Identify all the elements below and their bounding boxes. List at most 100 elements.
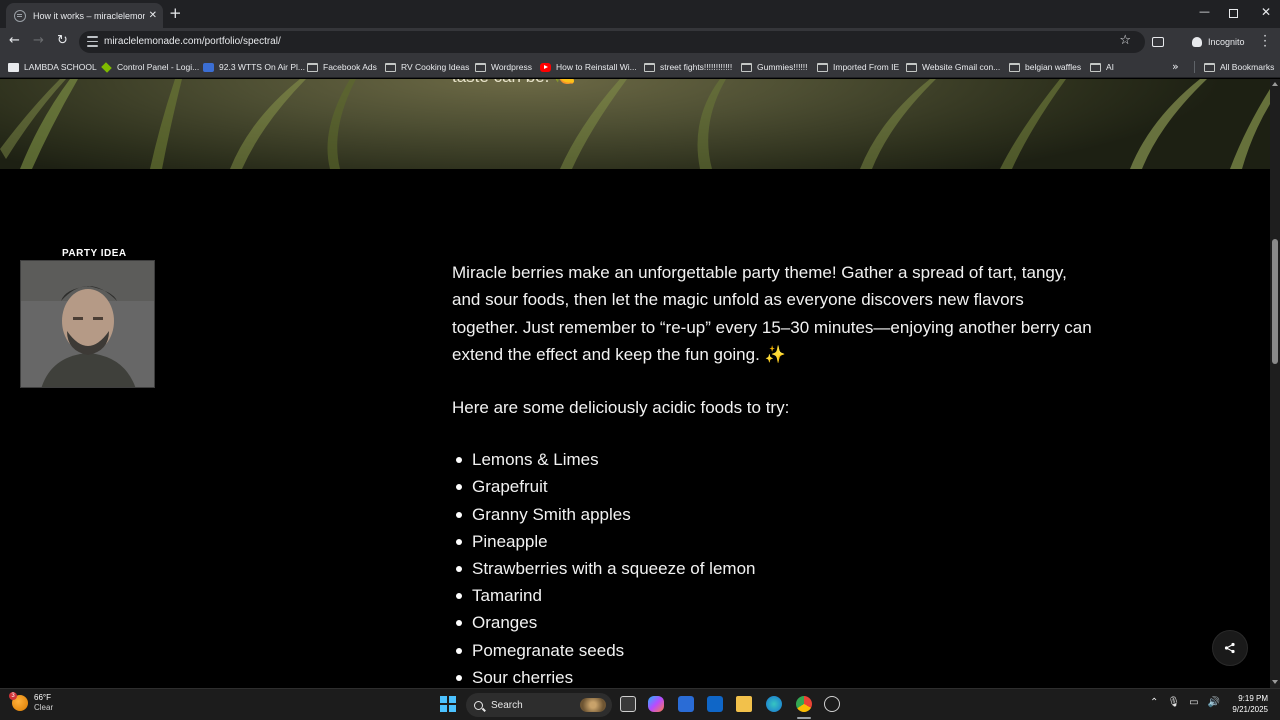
minimize-window-button[interactable]: — bbox=[1199, 6, 1210, 18]
bookmark-label: Website Gmail con... bbox=[922, 62, 1001, 72]
copilot-icon[interactable] bbox=[648, 696, 664, 712]
party-paragraph: Miracle berries make an unforgettable pa… bbox=[452, 263, 1092, 364]
side-panel-icon[interactable] bbox=[1152, 37, 1164, 47]
close-tab-icon[interactable]: ✕ bbox=[149, 10, 157, 21]
weather-moon-icon: 3 bbox=[9, 692, 28, 711]
party-idea-heading: PARTY IDEA bbox=[62, 248, 127, 259]
more-bookmarks-chevron-icon[interactable]: » bbox=[1172, 60, 1179, 73]
bookmark-label: Facebook Ads bbox=[323, 62, 377, 72]
share-button[interactable] bbox=[1212, 630, 1248, 666]
browser-tab-strip: How it works – miraclelemonade ✕ + — ✕ bbox=[0, 0, 1280, 28]
bookmark-item[interactable]: Control Panel - Logi... bbox=[101, 61, 199, 73]
list-item: Sour cherries bbox=[452, 664, 1092, 688]
bookmark-label: How to Reinstall Wi... bbox=[556, 62, 637, 72]
chrome-icon[interactable] bbox=[796, 696, 812, 712]
incognito-indicator[interactable]: Incognito bbox=[1184, 32, 1250, 52]
incognito-icon bbox=[1192, 37, 1202, 47]
network-icon[interactable]: ▭ bbox=[1189, 697, 1198, 709]
bookmark-item[interactable]: LAMBDA SCHOOL bbox=[8, 61, 97, 73]
bookmark-label: All Bookmarks bbox=[1220, 62, 1275, 72]
task-view-icon[interactable] bbox=[620, 696, 636, 712]
folder-icon bbox=[307, 62, 318, 72]
scrollbar-thumb[interactable] bbox=[1272, 239, 1278, 364]
list-item: Tamarind bbox=[452, 582, 1092, 609]
control-panel-icon bbox=[101, 61, 112, 73]
incognito-label: Incognito bbox=[1208, 37, 1245, 47]
bookmark-item[interactable]: 92.3 WTTS On Air Pl... bbox=[203, 61, 305, 73]
system-clock[interactable]: 9:19 PM 9/21/2025 bbox=[1228, 693, 1268, 715]
edge-icon[interactable] bbox=[766, 696, 782, 712]
bookmark-item[interactable]: Facebook Ads bbox=[307, 61, 377, 73]
back-button[interactable]: ← bbox=[9, 34, 20, 48]
folder-icon bbox=[741, 62, 752, 72]
bookmark-label: Gummies!!!!!! bbox=[757, 62, 808, 72]
windows-start-icon[interactable] bbox=[440, 696, 456, 712]
bookmarks-bar: LAMBDA SCHOOL Control Panel - Logi... 92… bbox=[0, 56, 1280, 78]
volume-icon[interactable]: 🔊 bbox=[1208, 697, 1220, 709]
bookmark-item[interactable]: Gummies!!!!!! bbox=[741, 61, 808, 73]
bookmark-label: 92.3 WTTS On Air Pl... bbox=[219, 62, 305, 72]
folder-icon bbox=[1090, 62, 1101, 72]
all-bookmarks-button[interactable]: All Bookmarks bbox=[1204, 61, 1274, 73]
youtube-icon bbox=[540, 62, 551, 72]
search-highlight-image bbox=[580, 698, 606, 712]
forward-button[interactable]: → bbox=[33, 34, 44, 48]
bookmark-label: AI bbox=[1106, 62, 1115, 72]
bookmark-label: LAMBDA SCHOOL bbox=[24, 62, 97, 72]
radio-icon bbox=[203, 62, 214, 72]
list-item: Pomegranate seeds bbox=[452, 637, 1092, 664]
chrome-running-indicator bbox=[797, 717, 811, 719]
page-scrollbar[interactable] bbox=[1270, 79, 1280, 688]
folder-icon bbox=[475, 62, 486, 72]
list-item: Granny Smith apples bbox=[452, 501, 1092, 528]
bookmark-item[interactable]: belgian waffles bbox=[1009, 61, 1081, 73]
folder-icon bbox=[1204, 62, 1215, 72]
bookmark-item[interactable]: Wordpress bbox=[475, 61, 532, 73]
bookmark-item[interactable]: Website Gmail con... bbox=[906, 61, 1000, 73]
chevron-up-icon[interactable]: ⌃ bbox=[1150, 697, 1158, 709]
photos-app-icon[interactable] bbox=[707, 696, 723, 712]
bookmark-star-icon[interactable]: ☆ bbox=[1119, 34, 1131, 48]
browser-menu-button[interactable]: · · · bbox=[1262, 30, 1268, 52]
scroll-up-arrow-icon[interactable] bbox=[1272, 82, 1278, 86]
folder-icon bbox=[1009, 62, 1020, 72]
site-info-icon[interactable] bbox=[87, 36, 98, 47]
foods-intro: Here are some deliciously acidic foods t… bbox=[452, 398, 790, 418]
settings-icon[interactable] bbox=[824, 696, 840, 712]
browser-tab-active[interactable]: How it works – miraclelemonade ✕ bbox=[6, 3, 163, 28]
scroll-down-arrow-icon[interactable] bbox=[1272, 680, 1278, 684]
microsoft-store-icon[interactable] bbox=[678, 696, 694, 712]
hero-image: taste can be. 🍋 bbox=[0, 79, 1270, 169]
file-explorer-icon[interactable] bbox=[736, 696, 752, 712]
bookmarks-divider bbox=[1194, 61, 1195, 73]
new-tab-button[interactable]: + bbox=[169, 5, 182, 21]
browser-toolbar: ← → ↻ miraclelemonade.com/portfolio/spec… bbox=[0, 28, 1280, 56]
address-bar[interactable]: miraclelemonade.com/portfolio/spectral/ … bbox=[79, 31, 1145, 53]
windows-taskbar: 3 66°F Clear Search ⌃ 🎙 ▭ 🔊 9:19 PM 9/21… bbox=[0, 688, 1280, 720]
clock-date: 9/21/2025 bbox=[1232, 705, 1268, 714]
bookmark-item[interactable]: street fights!!!!!!!!!!!! bbox=[644, 61, 732, 73]
bookmark-label: Control Panel - Logi... bbox=[117, 62, 200, 72]
weather-temperature: 66°F bbox=[34, 693, 51, 702]
hero-caption: taste can be. 🍋 bbox=[452, 79, 575, 87]
taskbar-search[interactable]: Search bbox=[466, 693, 612, 717]
reload-button[interactable]: ↻ bbox=[57, 34, 68, 48]
microphone-icon[interactable]: 🎙 bbox=[1167, 697, 1180, 709]
weather-badge: 3 bbox=[9, 692, 17, 700]
restore-window-button[interactable] bbox=[1229, 9, 1238, 18]
close-window-button[interactable]: ✕ bbox=[1261, 6, 1271, 18]
clock-time: 9:19 PM bbox=[1238, 694, 1268, 703]
tab-title: How it works – miraclelemonade bbox=[33, 10, 145, 21]
folder-icon bbox=[385, 62, 396, 72]
bookmark-item[interactable]: How to Reinstall Wi... bbox=[540, 61, 637, 73]
weather-widget[interactable]: 3 66°F Clear bbox=[9, 692, 53, 713]
list-item: Strawberries with a squeeze of lemon bbox=[452, 555, 1092, 582]
url-text[interactable]: miraclelemonade.com/portfolio/spectral/ bbox=[104, 36, 281, 47]
system-tray: ⌃ 🎙 ▭ 🔊 bbox=[1150, 697, 1220, 709]
bookmark-item[interactable]: AI bbox=[1090, 61, 1114, 73]
bookmark-label: belgian waffles bbox=[1025, 62, 1082, 72]
bookmark-item[interactable]: RV Cooking Ideas bbox=[385, 61, 469, 73]
acidic-foods-list: Lemons & Limes Grapefruit Granny Smith a… bbox=[452, 446, 1092, 688]
globe-icon bbox=[14, 9, 26, 22]
bookmark-item[interactable]: Imported From IE bbox=[817, 61, 899, 73]
